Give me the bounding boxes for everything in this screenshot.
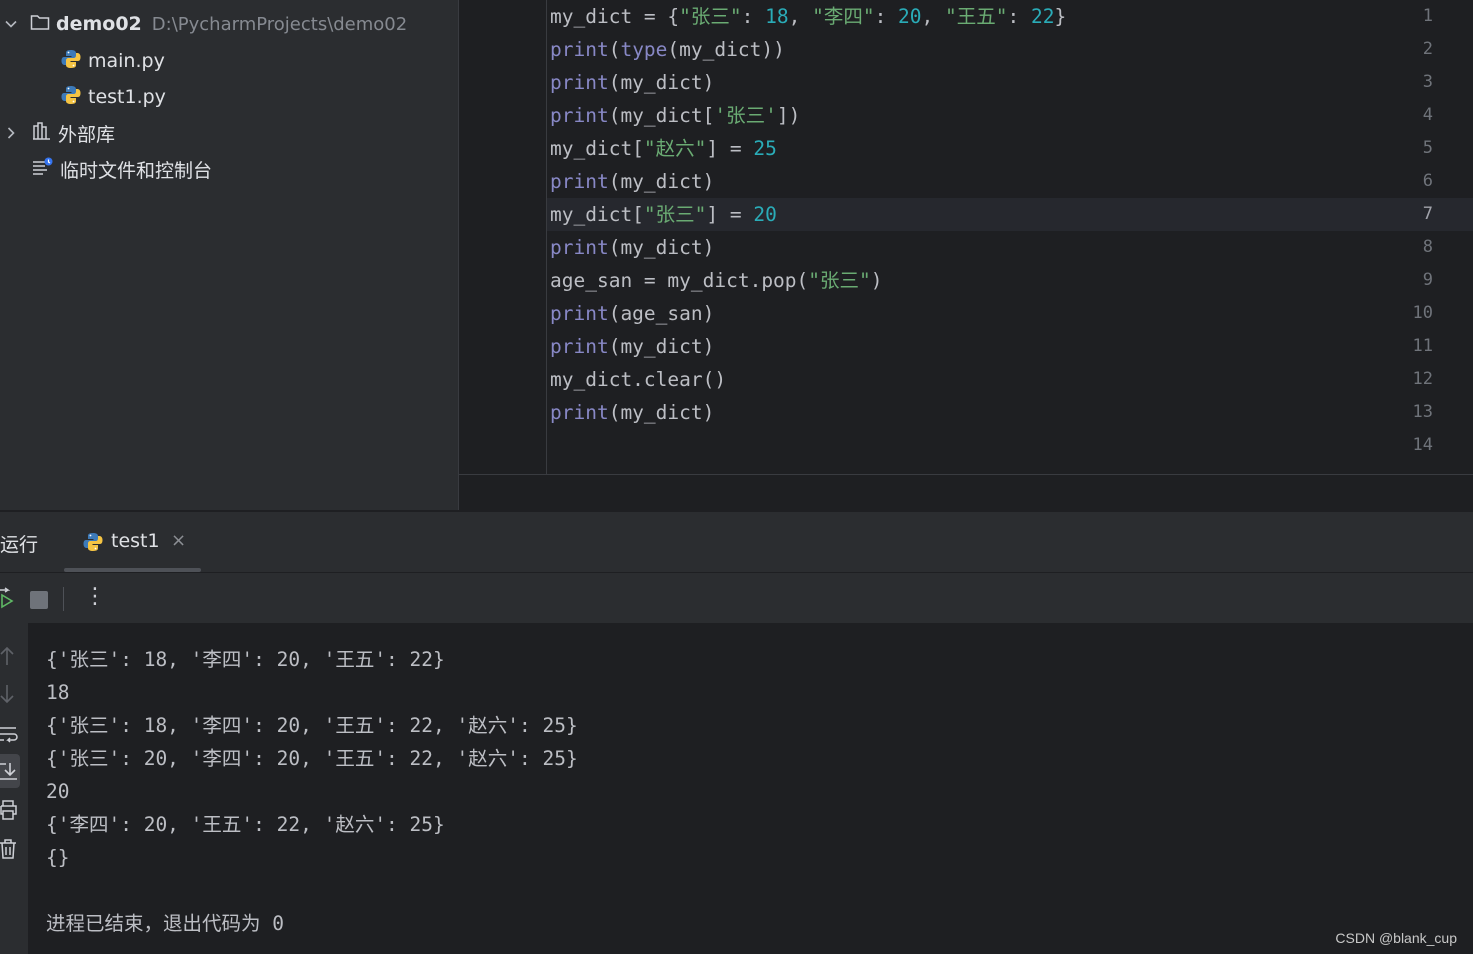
console-line: {'李四': 20, '王五': 22, '赵六': 25} — [46, 813, 445, 836]
line-number: 12 — [1412, 369, 1433, 389]
tree-item-scratches[interactable]: 临时文件和控制台 — [32, 151, 212, 187]
python-file-icon — [60, 84, 82, 111]
print-icon[interactable] — [0, 797, 22, 823]
code-line[interactable]: print(my_dict['张三']) — [550, 99, 800, 132]
code-line[interactable]: my_dict["张三"] = 20 — [550, 198, 777, 231]
file-name: test1.py — [88, 86, 166, 108]
code-line[interactable]: age_san = my_dict.pop("张三") — [550, 264, 883, 297]
line-number: 3 — [1422, 72, 1433, 92]
project-panel: demo02 D:\PycharmProjects\demo02 main.py… — [0, 0, 458, 510]
chevron-right-icon[interactable] — [4, 126, 18, 140]
console-side-toolbar — [0, 623, 28, 954]
code-line[interactable]: print(my_dict) — [550, 231, 714, 264]
code-line[interactable]: my_dict.clear() — [550, 363, 726, 396]
line-number: 10 — [1412, 303, 1433, 323]
python-file-icon — [60, 48, 82, 75]
folder-icon — [30, 13, 50, 36]
tree-item-root[interactable]: demo02 D:\PycharmProjects\demo02 — [4, 6, 407, 42]
project-root-name: demo02 — [56, 13, 142, 35]
line-number: 11 — [1412, 336, 1433, 356]
trash-icon[interactable] — [0, 836, 22, 862]
line-number: 8 — [1422, 237, 1433, 257]
code-line[interactable]: print(my_dict) — [550, 66, 714, 99]
arrow-up-icon[interactable] — [0, 643, 22, 669]
line-number: 7 — [1422, 204, 1433, 224]
scratches-icon — [32, 156, 54, 183]
stop-icon[interactable] — [30, 591, 48, 613]
run-tab-label: test1 — [111, 530, 160, 552]
close-icon[interactable]: × — [171, 530, 186, 551]
rerun-icon[interactable] — [0, 587, 14, 613]
line-number-gutter — [459, 0, 546, 474]
line-number: 6 — [1422, 171, 1433, 191]
scroll-to-end-icon[interactable] — [0, 754, 20, 788]
run-window-title: 运行 — [0, 534, 39, 556]
chevron-down-icon[interactable] — [4, 17, 18, 31]
tree-item-file[interactable]: test1.py — [60, 79, 166, 115]
scratches-label: 临时文件和控制台 — [60, 159, 213, 182]
gutter-separator — [546, 0, 547, 474]
code-line[interactable]: my_dict = {"张三": 18, "李四": 20, "王五": 22} — [550, 0, 1066, 33]
library-icon — [32, 121, 52, 146]
console-output[interactable]: {'张三': 18, '李四': 20, '王五': 22} 18 {'张三':… — [28, 623, 1473, 954]
run-tab-test1[interactable]: test1 × — [64, 512, 201, 572]
code-line[interactable]: print(age_san) — [550, 297, 714, 330]
run-toolbar: ⋮ — [0, 573, 1473, 623]
console-line: {'张三': 20, '李四': 20, '王五': 22, '赵六': 25} — [46, 747, 578, 770]
soft-wrap-icon[interactable] — [0, 721, 22, 747]
line-number: 1 — [1422, 6, 1433, 26]
tree-item-file[interactable]: main.py — [60, 43, 165, 79]
python-file-icon — [82, 531, 104, 557]
console-line: 18 — [46, 681, 70, 704]
run-tool-window: 运行 test1 × ⋮ {'张三': 18, '李四': 20, '王五': … — [0, 512, 1473, 954]
line-number: 2 — [1422, 39, 1433, 59]
external-libraries-label: 外部库 — [58, 123, 116, 146]
arrow-down-icon[interactable] — [0, 681, 22, 707]
console-exit-message: 进程已结束，退出代码为 0 — [46, 912, 284, 935]
console-line: {'张三': 18, '李四': 20, '王五': 22, '赵六': 25} — [46, 714, 578, 737]
line-number: 13 — [1412, 402, 1433, 422]
watermark: CSDN @blank_cup — [1335, 930, 1457, 946]
code-line[interactable]: print(my_dict) — [550, 330, 714, 363]
console-line: {} — [46, 846, 70, 869]
toolbar-separator — [63, 587, 64, 611]
more-options-icon[interactable]: ⋮ — [84, 584, 106, 609]
line-number: 9 — [1422, 270, 1433, 290]
line-number: 5 — [1422, 138, 1433, 158]
editor-bottom-area — [459, 474, 1473, 511]
file-name: main.py — [88, 50, 165, 72]
code-line[interactable]: print(my_dict) — [550, 396, 714, 429]
code-line[interactable]: my_dict["赵六"] = 25 — [550, 132, 777, 165]
line-number: 14 — [1412, 435, 1433, 455]
code-line[interactable]: print(type(my_dict)) — [550, 33, 785, 66]
code-editor[interactable]: 1 2 3 4 5 6 7 8 9 10 11 12 13 14 my_dict… — [459, 0, 1473, 474]
console-line: {'张三': 18, '李四': 20, '王五': 22} — [46, 648, 445, 671]
console-line: 20 — [46, 780, 70, 803]
line-number: 4 — [1422, 105, 1433, 125]
tree-item-external-libraries[interactable]: 外部库 — [4, 115, 115, 151]
code-line[interactable]: print(my_dict) — [550, 165, 714, 198]
project-root-path: D:\PycharmProjects\demo02 — [151, 13, 408, 35]
